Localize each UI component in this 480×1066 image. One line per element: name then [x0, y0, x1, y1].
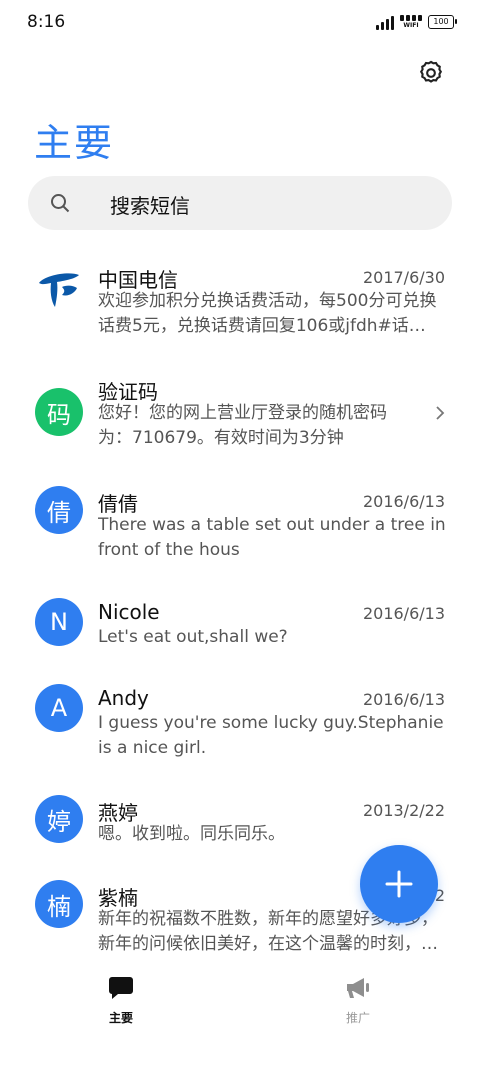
- page-title: 主要: [34, 121, 115, 165]
- avatar: 码: [35, 388, 83, 436]
- wifi-icon: WIFI: [400, 15, 422, 29]
- conversation-item[interactable]: 码 验证码 您好！您的网上营业厅登录的随机密码为：710679。有效时间为3分钟: [0, 362, 480, 466]
- conversation-date: 2016/6/13: [362, 690, 445, 709]
- conversation-preview: Let's eat out,shall we?: [98, 627, 288, 647]
- nav-label: 主要: [108, 1011, 133, 1025]
- avatar: 倩: [35, 486, 83, 534]
- search-input[interactable]: 搜索短信: [110, 190, 190, 219]
- chevron-right-icon: [436, 406, 445, 420]
- status-time: 8:16: [27, 12, 66, 32]
- conversation-item[interactable]: A Andy 2016/6/13 I guess you're some luc…: [0, 672, 480, 776]
- bottom-nav: 主要 推广: [0, 965, 480, 1066]
- search-icon: [51, 194, 70, 213]
- avatar: 婷: [35, 795, 83, 843]
- chat-bubble-icon: [109, 977, 133, 999]
- search-bar[interactable]: 搜索短信: [28, 176, 452, 230]
- conversation-date: 2017/6/30: [362, 268, 445, 287]
- conversation-preview: There was a table set out under a tree i…: [98, 515, 446, 560]
- conversation-name: Nicole: [98, 600, 160, 624]
- new-message-button[interactable]: [360, 845, 438, 923]
- conversation-preview: I guess you're some lucky guy.Stephanie …: [98, 713, 444, 758]
- conversation-date: 2016/6/13: [362, 604, 445, 623]
- conversation-preview: 欢迎参加积分兑换话费活动，每500分可兑换话费5元，兑换话费请回复106或jfd…: [98, 291, 437, 336]
- china-telecom-logo: [35, 263, 83, 311]
- settings-button[interactable]: [417, 59, 445, 87]
- nav-label: 推广: [345, 1011, 370, 1025]
- conversation-preview: 嗯。收到啦。同乐同乐。: [98, 824, 285, 844]
- avatar: N: [35, 598, 83, 646]
- conversation-item[interactable]: N Nicole 2016/6/13 Let's eat out,shall w…: [0, 586, 480, 666]
- avatar: 楠: [35, 880, 83, 928]
- megaphone-icon: [347, 978, 369, 998]
- conversation-date: 2016/6/13: [362, 492, 445, 511]
- conversation-date: 2013/2/22: [362, 801, 445, 820]
- gear-icon: [419, 60, 443, 83]
- plus-icon: [385, 870, 413, 898]
- conversation-preview: 您好！您的网上营业厅登录的随机密码为：710679。有效时间为3分钟: [98, 403, 387, 448]
- conversation-name: Andy: [98, 686, 149, 710]
- signal-icon: [376, 14, 394, 30]
- battery-icon: 100: [428, 15, 457, 29]
- status-indicators: WIFI 100: [376, 14, 457, 30]
- wifi-label: WIFI: [403, 22, 419, 29]
- nav-tab-main[interactable]: 主要: [81, 975, 161, 1026]
- conversation-item[interactable]: 倩 倩倩 2016/6/13 There was a table set out…: [0, 474, 480, 578]
- conversation-item[interactable]: 中国电信 2017/6/30 欢迎参加积分兑换话费活动，每500分可兑换话费5元…: [0, 250, 480, 354]
- nav-tab-promo[interactable]: 推广: [318, 975, 398, 1026]
- status-bar: 8:16 WIFI 100: [0, 0, 480, 46]
- avatar: A: [35, 684, 83, 732]
